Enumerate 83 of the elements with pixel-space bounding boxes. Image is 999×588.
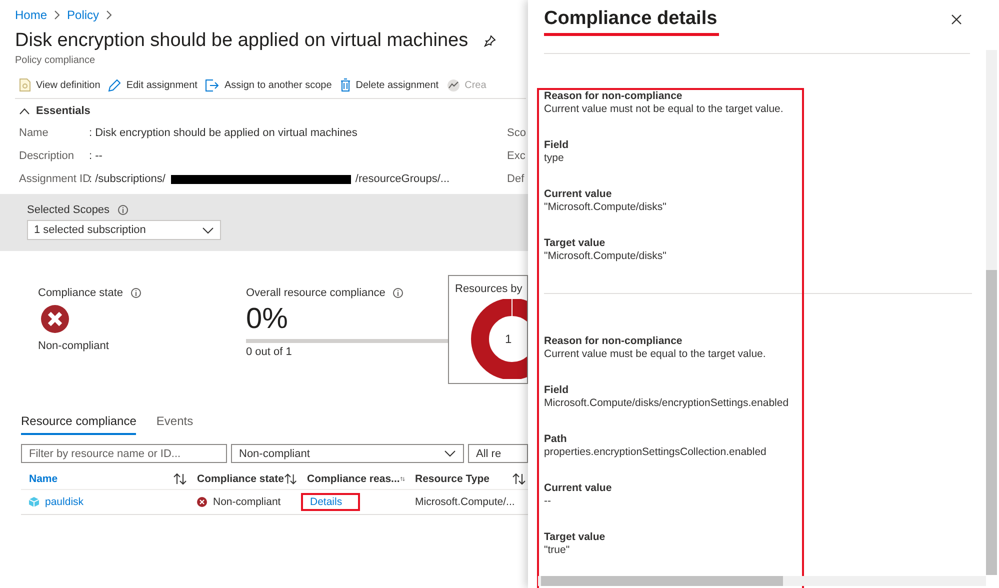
export-icon xyxy=(205,78,220,92)
card-title: Resources by xyxy=(455,283,522,295)
detail-label: Target value xyxy=(544,237,606,250)
detail-value: Current value must be equal to the target value. xyxy=(544,348,767,361)
detail-label: Field xyxy=(544,384,570,397)
field-label: Assignment ID xyxy=(19,172,89,186)
tab[interactable]: Resource compliance xyxy=(21,414,136,435)
type-dropdown[interactable]: All re xyxy=(468,444,528,463)
page-subtitle: Policy compliance xyxy=(15,55,96,66)
chevron-down-icon xyxy=(444,450,456,457)
breadcrumb-link[interactable]: Policy xyxy=(67,8,100,22)
detail-value: type xyxy=(544,152,565,165)
trash-icon xyxy=(340,78,351,92)
table-cell: Microsoft.Compute/... xyxy=(415,496,515,508)
close-button[interactable] xyxy=(949,12,964,27)
filter-input[interactable]: Filter by resource name or ID... xyxy=(21,444,227,463)
toolbar-button[interactable]: Assign to another scope xyxy=(205,78,332,92)
chevron-down-icon xyxy=(202,226,214,234)
vertical-scrollbar[interactable] xyxy=(986,50,997,575)
detail-value: "Microsoft.Compute/disks" xyxy=(544,201,668,214)
toolbar-button[interactable]: Delete assignment xyxy=(340,78,439,92)
chart-icon xyxy=(446,78,460,92)
sort-icon[interactable] xyxy=(512,473,526,485)
field-label: Sco xyxy=(507,126,526,140)
compliance-percent: 0% xyxy=(246,305,289,334)
stat-label: Overall resource compliance xyxy=(246,287,386,299)
stat-label: Compliance state xyxy=(38,287,123,299)
detail-label: Reason for non-compliance xyxy=(544,90,684,103)
table-cell: Non-compliant xyxy=(213,496,281,508)
error-icon xyxy=(41,305,69,333)
breadcrumb-link[interactable]: Home xyxy=(15,8,48,22)
donut-count: 1 xyxy=(505,332,512,346)
essentials-toggle[interactable]: Essentials xyxy=(19,105,90,117)
field-value: : Disk encryption should be applied on virtual machines xyxy=(89,126,358,140)
field-label: Name xyxy=(19,126,50,140)
tab[interactable]: Events xyxy=(156,414,194,435)
field-value: : -- xyxy=(89,149,102,163)
sort-icon[interactable] xyxy=(284,473,297,485)
detail-value: -- xyxy=(544,495,552,508)
field-label: Def xyxy=(507,172,526,186)
horizontal-scrollbar[interactable] xyxy=(538,576,986,586)
detail-value: "true" xyxy=(544,544,571,557)
field-value: /resourceGroups/... xyxy=(355,172,450,186)
pencil-icon xyxy=(108,78,122,92)
document-icon xyxy=(19,78,31,92)
column-header[interactable]: Resource Type xyxy=(407,469,528,490)
resource-link[interactable]: pauldisk xyxy=(45,496,84,508)
progress-caption: 0 out of 1 xyxy=(246,346,293,358)
chevron-up-icon xyxy=(19,108,30,114)
detail-value: Current value must not be equal to the target value. xyxy=(544,103,784,116)
field-label: Exc xyxy=(507,149,526,163)
detail-label: Path xyxy=(544,433,568,446)
toolbar-button[interactable]: Edit assignment xyxy=(108,78,198,92)
column-header[interactable]: Compliance state xyxy=(189,469,299,490)
toolbar-button[interactable]: View definition xyxy=(19,78,100,92)
column-header[interactable]: Name xyxy=(21,469,189,490)
pin-icon[interactable] xyxy=(484,35,496,47)
error-icon xyxy=(197,497,207,507)
column-header[interactable]: Compliance reas... xyxy=(299,469,407,490)
state-dropdown[interactable]: Non-compliant xyxy=(231,444,464,463)
chevron-right-icon xyxy=(53,10,62,20)
field-label: Description xyxy=(19,149,76,163)
detail-label: Reason for non-compliance xyxy=(544,335,684,348)
details-link[interactable]: Details xyxy=(301,493,360,511)
detail-value: properties.encryptionSettingsCollection.enabled xyxy=(544,446,768,459)
detail-value: "Microsoft.Compute/disks" xyxy=(544,250,668,263)
detail-label: Field xyxy=(544,139,570,152)
compliance-state: Non-compliant xyxy=(38,340,110,352)
info-icon[interactable] xyxy=(393,288,404,298)
detail-label: Target value xyxy=(544,531,606,544)
detail-label: Current value xyxy=(544,482,613,495)
cube-icon xyxy=(29,497,39,507)
info-icon[interactable] xyxy=(118,205,128,215)
info-icon[interactable] xyxy=(131,288,141,298)
sort-icon[interactable] xyxy=(173,473,187,485)
field-value: : /subscriptions/ xyxy=(89,172,166,186)
detail-value: Microsoft.Compute/disks/encryptionSettings.enabled xyxy=(544,397,790,410)
panel-title: Compliance details xyxy=(544,8,720,36)
detail-label: Current value xyxy=(544,188,613,201)
scope-label: Selected Scopes xyxy=(27,204,110,216)
page-title: Disk encryption should be applied on virtual machines xyxy=(15,30,468,52)
chevron-right-icon xyxy=(105,10,114,20)
scope-dropdown[interactable]: 1 selected subscription xyxy=(27,220,221,240)
